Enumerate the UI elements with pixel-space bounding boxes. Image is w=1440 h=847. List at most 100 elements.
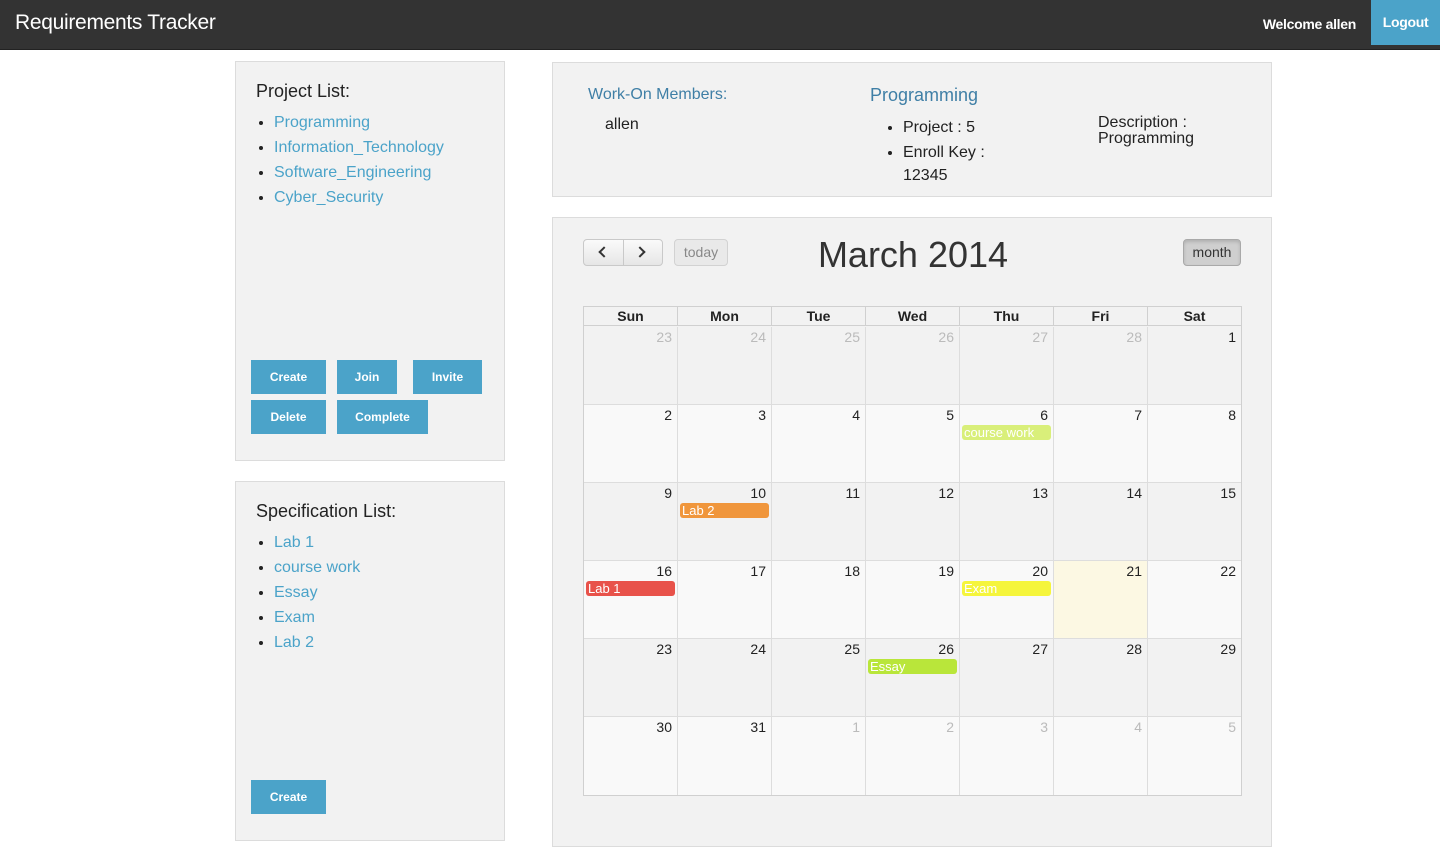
calendar-day-cell[interactable]: 26 xyxy=(866,327,960,405)
calendar-nav-buttons xyxy=(583,239,663,266)
join-project-button[interactable]: Join xyxy=(337,360,397,394)
project-link-cyber-security[interactable]: Cyber_Security xyxy=(274,189,383,206)
calendar-day-cell[interactable]: 2 xyxy=(866,717,960,795)
spec-link-lab-2[interactable]: Lab 2 xyxy=(274,634,314,651)
calendar-day-cell[interactable]: 17 xyxy=(678,561,772,639)
project-link-programming[interactable]: Programming xyxy=(274,114,370,131)
list-item: Lab 2 xyxy=(274,630,360,655)
calendar-day-cell[interactable]: 13 xyxy=(960,483,1054,561)
today-button[interactable]: today xyxy=(674,239,728,266)
day-number: 5 xyxy=(1228,719,1236,735)
calendar-day-cell[interactable]: 22 xyxy=(1148,561,1241,639)
enroll-key-value: 12345 xyxy=(903,167,948,184)
calendar-day-cell[interactable]: 3 xyxy=(960,717,1054,795)
calendar-day-cell[interactable]: 4 xyxy=(772,405,866,483)
calendar-day-cell[interactable]: 26 xyxy=(866,639,960,717)
prev-month-button[interactable] xyxy=(584,240,624,265)
list-item: Information_Technology xyxy=(274,135,444,160)
app-title[interactable]: Requirements Tracker xyxy=(15,11,216,35)
month-view-button[interactable]: month xyxy=(1183,239,1241,266)
calendar-day-cell[interactable]: 12 xyxy=(866,483,960,561)
project-name: Programming xyxy=(870,85,979,105)
welcome-text: Welcome allen xyxy=(1262,16,1356,32)
calendar-day-cell[interactable]: 27 xyxy=(960,327,1054,405)
list-item: Exam xyxy=(274,605,360,630)
enroll-key-label: Enroll Key : xyxy=(903,140,985,165)
weekday-header-sun: Sun xyxy=(584,307,678,326)
list-item: course work xyxy=(274,555,360,580)
calendar-day-cell[interactable]: 20 xyxy=(960,561,1054,639)
calendar-day-cell[interactable]: 6 xyxy=(960,405,1054,483)
project-list-panel: Project List: Programming Information_Te… xyxy=(235,61,505,461)
specification-list-heading: Specification List: xyxy=(256,501,397,521)
day-number: 10 xyxy=(750,485,766,501)
calendar-day-cell[interactable]: 11 xyxy=(772,483,866,561)
day-number: 5 xyxy=(946,407,954,423)
calendar-day-cell[interactable]: 14 xyxy=(1054,483,1148,561)
day-number: 25 xyxy=(844,329,860,345)
calendar-day-cell[interactable]: 21 xyxy=(1054,561,1148,639)
calendar-event-exam[interactable]: Exam xyxy=(962,581,1051,596)
calendar-day-cell[interactable]: 16 xyxy=(584,561,678,639)
create-project-button[interactable]: Create xyxy=(251,360,326,394)
create-specification-button[interactable]: Create xyxy=(251,780,326,814)
calendar-day-cell[interactable]: 31 xyxy=(678,717,772,795)
calendar-day-cell[interactable]: 29 xyxy=(1148,639,1241,717)
calendar-day-cell[interactable]: 27 xyxy=(960,639,1054,717)
project-link-software-engineering[interactable]: Software_Engineering xyxy=(274,164,431,181)
calendar-day-cell[interactable]: 2 xyxy=(584,405,678,483)
calendar-day-cell[interactable]: 1 xyxy=(1148,327,1241,405)
calendar-day-cell[interactable]: 23 xyxy=(584,327,678,405)
project-list: Programming Information_Technology Softw… xyxy=(236,110,444,210)
day-number: 16 xyxy=(656,563,672,579)
calendar-day-cell[interactable]: 25 xyxy=(772,639,866,717)
calendar-day-cell[interactable]: 10 xyxy=(678,483,772,561)
weekday-header-thu: Thu xyxy=(960,307,1054,326)
weekday-header-tue: Tue xyxy=(772,307,866,326)
calendar-event-essay[interactable]: Essay xyxy=(868,659,957,674)
calendar-day-cell[interactable]: 28 xyxy=(1054,639,1148,717)
calendar-day-cell[interactable]: 8 xyxy=(1148,405,1241,483)
project-list-heading: Project List: xyxy=(256,81,351,101)
delete-project-button[interactable]: Delete xyxy=(251,400,326,434)
day-number: 1 xyxy=(1228,329,1236,345)
day-number: 21 xyxy=(1126,563,1142,579)
calendar-day-cell[interactable]: 18 xyxy=(772,561,866,639)
spec-link-lab-1[interactable]: Lab 1 xyxy=(274,534,314,551)
project-info-panel: Work-On Members: allen Programming Proje… xyxy=(552,62,1272,197)
calendar-event-course-work[interactable]: course work xyxy=(962,425,1051,440)
day-number: 9 xyxy=(664,485,672,501)
day-number: 24 xyxy=(750,641,766,657)
logout-button[interactable]: Logout xyxy=(1371,0,1440,45)
calendar-day-cell[interactable]: 28 xyxy=(1054,327,1148,405)
calendar-day-cell[interactable]: 9 xyxy=(584,483,678,561)
project-link-information-technology[interactable]: Information_Technology xyxy=(274,139,444,156)
spec-link-essay[interactable]: Essay xyxy=(274,584,318,601)
day-number: 30 xyxy=(656,719,672,735)
calendar-day-cell[interactable]: 3 xyxy=(678,405,772,483)
calendar-event-lab-2[interactable]: Lab 2 xyxy=(680,503,769,518)
invite-button[interactable]: Invite xyxy=(413,360,482,394)
calendar-day-cell[interactable]: 24 xyxy=(678,327,772,405)
day-number: 28 xyxy=(1126,329,1142,345)
calendar-day-cell[interactable]: 4 xyxy=(1054,717,1148,795)
calendar-day-cell[interactable]: 24 xyxy=(678,639,772,717)
day-number: 14 xyxy=(1126,485,1142,501)
day-number: 3 xyxy=(758,407,766,423)
calendar-event-lab-1[interactable]: Lab 1 xyxy=(586,581,675,596)
day-number: 24 xyxy=(750,329,766,345)
next-month-button[interactable] xyxy=(624,240,664,265)
calendar-day-cell[interactable]: 5 xyxy=(866,405,960,483)
calendar-day-cell[interactable]: 15 xyxy=(1148,483,1241,561)
calendar-day-cell[interactable]: 7 xyxy=(1054,405,1148,483)
spec-link-course-work[interactable]: course work xyxy=(274,559,360,576)
calendar-day-cell[interactable]: 1 xyxy=(772,717,866,795)
calendar-day-cell[interactable]: 30 xyxy=(584,717,678,795)
day-number: 23 xyxy=(656,329,672,345)
calendar-day-cell[interactable]: 23 xyxy=(584,639,678,717)
spec-link-exam[interactable]: Exam xyxy=(274,609,315,626)
calendar-day-cell[interactable]: 5 xyxy=(1148,717,1241,795)
complete-project-button[interactable]: Complete xyxy=(337,400,428,434)
calendar-day-cell[interactable]: 19 xyxy=(866,561,960,639)
calendar-day-cell[interactable]: 25 xyxy=(772,327,866,405)
